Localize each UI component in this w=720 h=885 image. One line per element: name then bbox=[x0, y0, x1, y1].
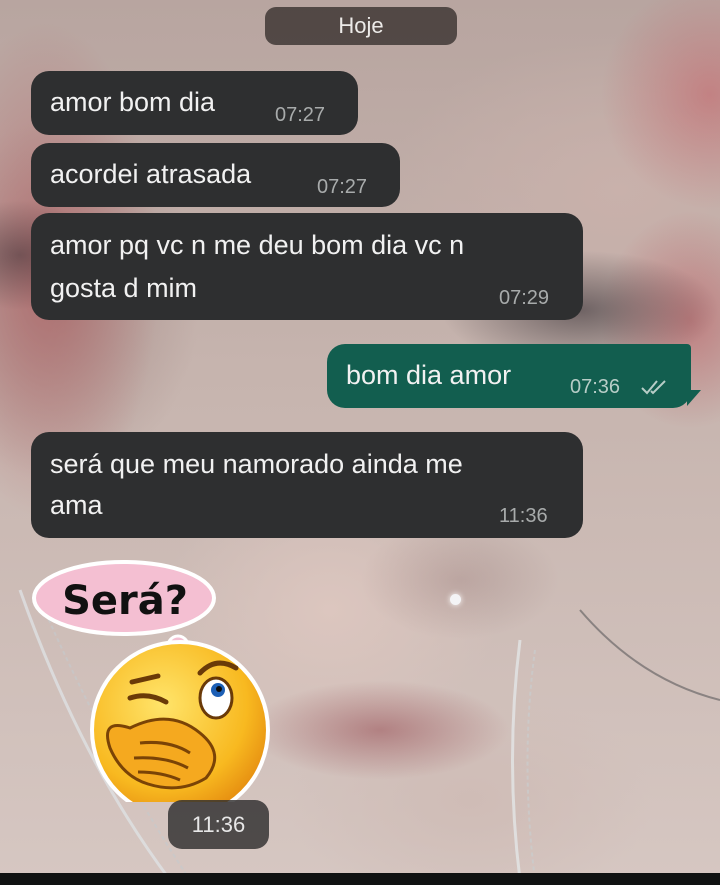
message-text-line-1: amor pq vc n me deu bom dia vc n bbox=[50, 230, 465, 260]
message-timestamp: 07:27 bbox=[317, 176, 368, 198]
message-text-line-2: gosta d mim bbox=[50, 273, 198, 303]
message-timestamp: 07:36 bbox=[570, 376, 621, 398]
message-text: amor bom dia bbox=[50, 87, 216, 117]
read-receipt-double-check-icon bbox=[641, 380, 666, 395]
sticker-thought-text: Será? bbox=[62, 578, 188, 624]
date-separator-chip: Hoje bbox=[265, 7, 457, 45]
incoming-message-bubble[interactable]: será que meu namorado ainda me ama 11:36 bbox=[31, 432, 583, 538]
outgoing-bubble-tail bbox=[687, 390, 701, 406]
sticker-timestamp: 11:36 bbox=[168, 800, 269, 849]
message-text: acordei atrasada bbox=[50, 159, 252, 189]
message-text: bom dia amor bbox=[346, 360, 512, 390]
message-text-line-1: será que meu namorado ainda me bbox=[50, 449, 463, 479]
message-timestamp: 07:29 bbox=[499, 287, 550, 309]
incoming-message-bubble[interactable]: acordei atrasada 07:27 bbox=[31, 143, 400, 207]
bottom-edge-bar bbox=[0, 873, 720, 885]
message-text-line-2: ama bbox=[50, 490, 103, 520]
incoming-message-bubble[interactable]: amor pq vc n me deu bom dia vc n gosta d… bbox=[31, 213, 583, 320]
outgoing-message-bubble[interactable]: bom dia amor 07:36 bbox=[327, 344, 691, 408]
incoming-message-bubble[interactable]: amor bom dia 07:27 bbox=[31, 71, 358, 135]
message-timestamp: 07:27 bbox=[275, 104, 326, 126]
message-timestamp: 11:36 bbox=[499, 505, 548, 527]
